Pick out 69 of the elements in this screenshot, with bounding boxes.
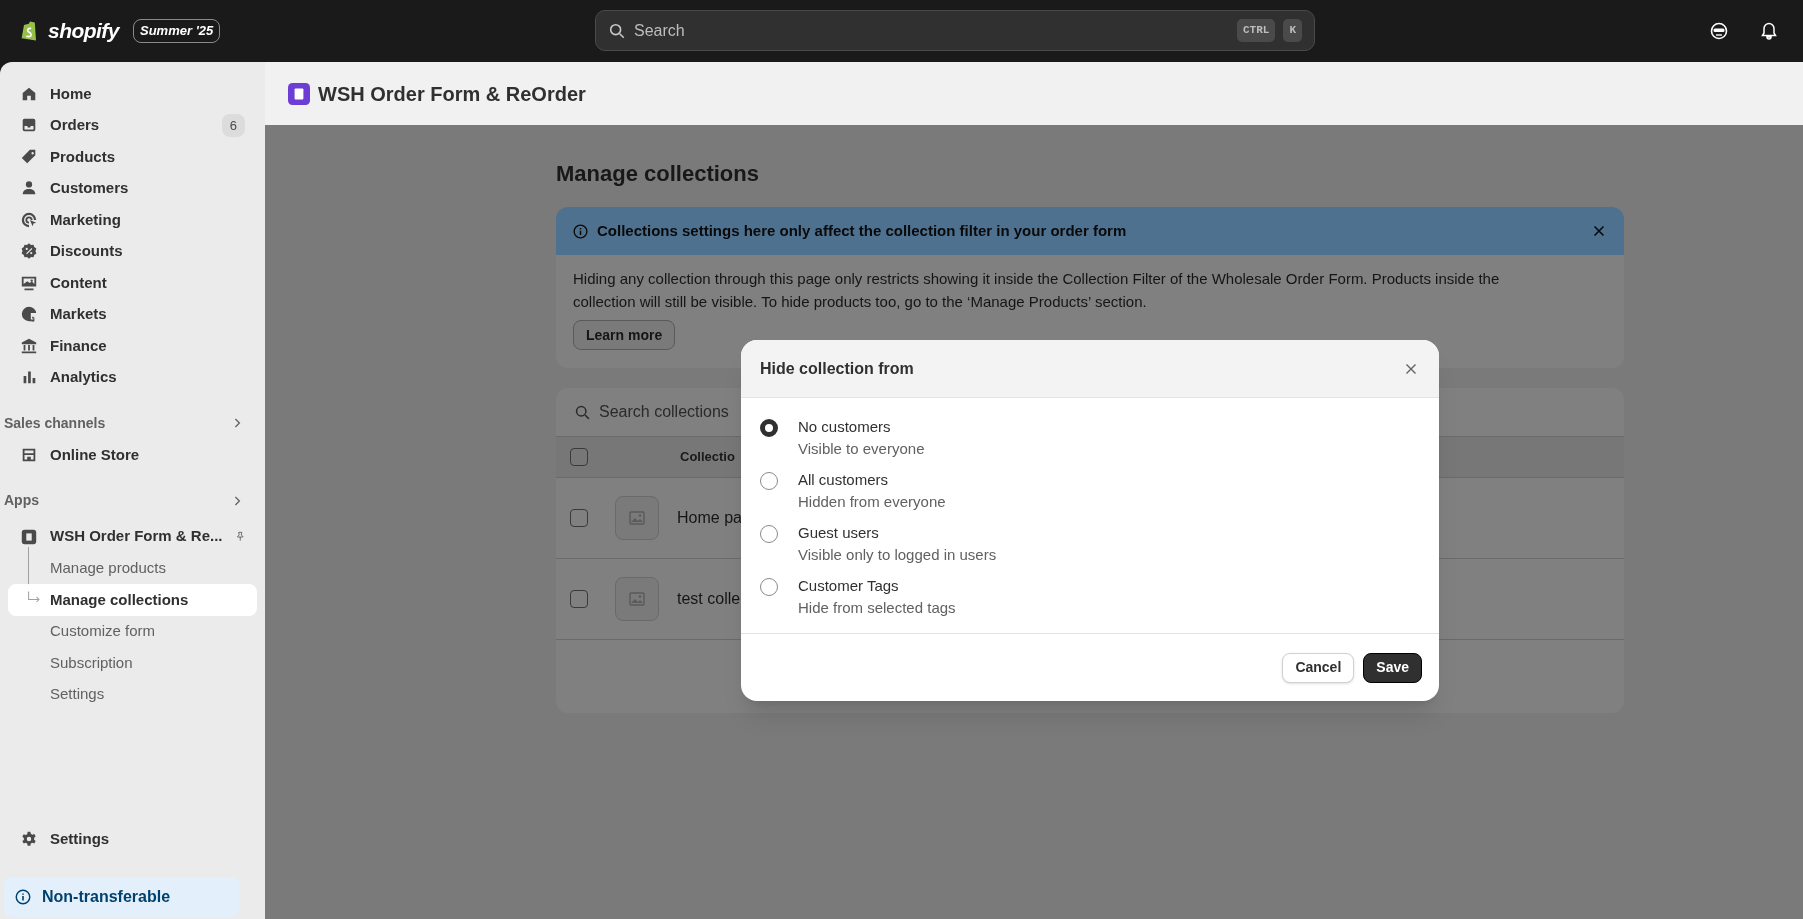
option-label[interactable]: Customer Tags <box>798 575 956 597</box>
edition-badge: Summer '25 <box>133 19 221 43</box>
nav-item[interactable]: Content <box>8 267 257 299</box>
search-icon <box>574 403 591 421</box>
radio-button[interactable] <box>760 578 778 596</box>
nav-item[interactable]: Markets <box>8 298 257 330</box>
nav-item[interactable]: Customize form <box>8 615 257 647</box>
nav-item[interactable]: Settings <box>8 823 257 855</box>
nav-item[interactable]: Customers <box>8 172 257 204</box>
nav-item[interactable]: Marketing <box>8 204 257 236</box>
bell-icon <box>1759 21 1779 41</box>
dialog-title: Hide collection from <box>760 358 914 379</box>
badge-icon <box>20 242 38 261</box>
option-label[interactable]: Guest users <box>798 522 997 544</box>
table-cell-text: test colle <box>677 589 741 609</box>
checkbox[interactable] <box>570 590 588 608</box>
info-icon <box>14 888 32 906</box>
app-header: WSH Order Form & ReOrder <box>265 62 1803 125</box>
banner-title: Collections settings here only affect the collection filter in your order form <box>597 220 1127 241</box>
banner-text: Hiding any collection through this page only restricts showing it inside the Collection Filter of the Wholesale Order Form. Products inside the collection will still be visible. To hide products too, go to the ‘Manage Products’ section. <box>573 269 1501 312</box>
image-icon <box>627 589 647 609</box>
column-header: Collectio <box>680 448 735 467</box>
notice-banner: Non-transferable <box>4 877 239 917</box>
nav-item[interactable]: Discounts <box>8 235 257 267</box>
radio-button[interactable] <box>760 525 778 543</box>
count-badge: 6 <box>221 113 245 137</box>
nav-item[interactable]: Subscription <box>8 647 257 679</box>
nav-item[interactable]: WSH Order Form & Re... <box>8 520 257 553</box>
app-icon <box>288 82 310 105</box>
learn-more-button[interactable]: Learn more <box>573 320 676 350</box>
option-description: Hide from selected tags <box>798 598 956 618</box>
checkbox[interactable] <box>570 509 588 527</box>
option-description: Visible to everyone <box>798 439 925 459</box>
info-icon <box>572 222 589 240</box>
table-cell-text: Home pa <box>677 508 742 528</box>
nav-item[interactable]: Online Store <box>8 439 257 471</box>
logo-text: shopify <box>48 18 119 45</box>
option-label[interactable]: No customers <box>798 416 925 438</box>
save-button[interactable]: Save <box>1363 652 1422 683</box>
radio-button[interactable] <box>760 472 778 490</box>
checkbox[interactable] <box>570 448 588 466</box>
shortcut-key: K <box>1283 19 1302 42</box>
nav-item[interactable]: Settings <box>8 678 257 710</box>
option-description: Hidden from everyone <box>798 492 946 512</box>
search-bar[interactable]: Search CTRL K <box>595 10 1315 51</box>
nav-item[interactable]: Analytics <box>8 361 257 393</box>
option-description: Visible only to logged in users <box>798 545 997 565</box>
option-label[interactable]: All customers <box>798 469 946 491</box>
search-field[interactable]: Search collections <box>599 400 759 424</box>
target-icon <box>20 210 38 229</box>
image-icon <box>627 508 647 528</box>
tag-icon <box>20 147 38 166</box>
nav-item[interactable]: Manage collections <box>8 584 257 616</box>
search-icon <box>608 21 626 40</box>
cancel-button[interactable]: Cancel <box>1282 652 1355 683</box>
settings-icon <box>20 830 38 848</box>
shortcut-key: CTRL <box>1237 19 1276 42</box>
nav-item[interactable]: Manage products <box>8 552 257 584</box>
app-icon <box>20 527 38 546</box>
nav-item[interactable]: Products <box>8 141 257 173</box>
search-field[interactable]: Search <box>634 18 1229 43</box>
radio-button[interactable] <box>760 419 778 437</box>
nav-item[interactable]: Orders 6 <box>8 109 257 141</box>
page-title: Manage collections <box>556 160 760 188</box>
nav-item[interactable]: Home <box>8 78 257 110</box>
bank-icon <box>20 336 38 355</box>
section-heading: Sales channels <box>4 413 106 433</box>
section-heading: Apps <box>4 491 39 510</box>
nav-item[interactable]: Finance <box>8 330 257 362</box>
